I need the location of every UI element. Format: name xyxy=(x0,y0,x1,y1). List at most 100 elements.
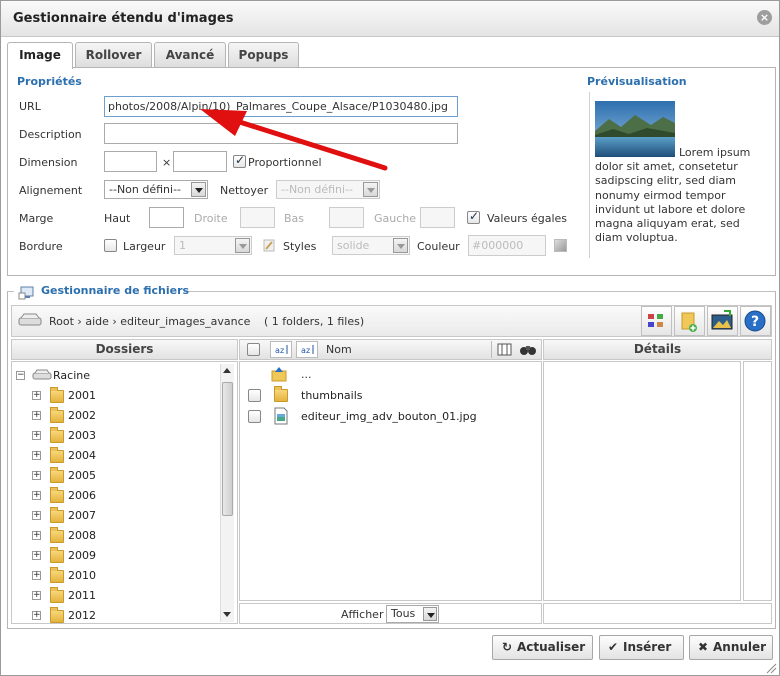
margin-bottom-input[interactable] xyxy=(329,207,364,228)
alignment-select[interactable]: --Non défini-- xyxy=(104,180,208,199)
chevron-down-icon xyxy=(191,182,206,197)
tree-item-folder[interactable]: +2011 xyxy=(12,586,232,606)
tree-item-folder[interactable]: +2006 xyxy=(12,486,232,506)
tree-item-folder[interactable]: +2010 xyxy=(12,566,232,586)
tree-label: 2002 xyxy=(68,409,96,422)
border-styles-label: Styles xyxy=(283,240,317,253)
tab-popups[interactable]: Popups xyxy=(228,42,299,67)
expand-icon[interactable]: + xyxy=(32,471,41,480)
file-manager-heading: Gestionnaire de fichiers xyxy=(41,284,190,297)
expand-icon[interactable]: + xyxy=(32,411,41,420)
file-item-thumbnails[interactable]: thumbnails xyxy=(301,389,363,402)
scroll-down-icon[interactable] xyxy=(223,612,231,617)
tab-image[interactable]: Image xyxy=(7,42,73,69)
name-column-header[interactable]: Nom xyxy=(326,343,352,356)
tree-item-folder[interactable]: +2001 xyxy=(12,386,232,406)
annotation-arrow xyxy=(195,106,390,174)
file-item-jpg[interactable]: editeur_img_adv_bouton_01.jpg xyxy=(301,410,477,423)
dimension-label: Dimension xyxy=(19,156,78,169)
color-picker-icon[interactable] xyxy=(554,239,567,252)
tree-item-folder[interactable]: +2003 xyxy=(12,426,232,446)
image-file-icon xyxy=(273,407,289,425)
border-styles-select[interactable]: solide xyxy=(332,236,410,255)
drive-icon xyxy=(18,313,42,327)
tree-item-folder[interactable]: +2004 xyxy=(12,446,232,466)
breadcrumb: Root › aide › editeur_images_avance ( 1 … xyxy=(49,315,364,328)
columns-icon[interactable] xyxy=(495,341,515,358)
tree-item-folder[interactable]: +2002 xyxy=(12,406,232,426)
folder-icon xyxy=(50,487,64,503)
expand-icon[interactable]: + xyxy=(32,591,41,600)
tree-item-racine[interactable]: − Racine xyxy=(12,366,232,386)
tree-item-folder[interactable]: +2005 xyxy=(12,466,232,486)
expand-icon[interactable]: + xyxy=(32,431,41,440)
margin-top-input[interactable] xyxy=(149,207,184,228)
equal-values-checkbox[interactable] xyxy=(467,209,480,224)
clear-select[interactable]: --Non défini-- xyxy=(276,180,380,199)
border-width-select[interactable]: 1 xyxy=(174,236,252,255)
breadcrumb-aide[interactable]: aide xyxy=(85,315,109,328)
width-input[interactable] xyxy=(104,151,157,172)
expand-icon[interactable]: + xyxy=(32,451,41,460)
collapse-icon[interactable]: − xyxy=(16,371,25,380)
folder-icon xyxy=(50,467,64,483)
file-checkbox[interactable] xyxy=(248,410,261,423)
folder-icon xyxy=(50,507,64,523)
tree-label: 2009 xyxy=(68,549,96,562)
expand-icon[interactable]: + xyxy=(32,611,41,620)
insert-button[interactable]: ✔ Insérer xyxy=(599,635,684,660)
show-select[interactable]: Tous xyxy=(386,605,439,623)
parent-folder-link[interactable]: ... xyxy=(301,368,312,381)
grid-view-icon xyxy=(648,314,663,327)
new-folder-button[interactable] xyxy=(674,306,705,336)
tree-item-folder[interactable]: +2009 xyxy=(12,546,232,566)
tab-avance[interactable]: Avancé xyxy=(154,42,226,67)
tab-rollover[interactable]: Rollover xyxy=(75,42,152,67)
scroll-up-icon[interactable] xyxy=(223,368,231,373)
breadcrumb-root[interactable]: Root xyxy=(49,315,74,328)
cancel-icon: ✖ xyxy=(698,640,709,654)
chevron-down-icon xyxy=(393,238,408,253)
expand-icon[interactable]: + xyxy=(32,491,41,500)
binoculars-icon[interactable] xyxy=(518,341,538,358)
sort-name-icon[interactable]: az xyxy=(296,341,318,358)
tree-item-folder[interactable]: +2012 xyxy=(12,606,232,623)
tree-label: 2001 xyxy=(68,389,96,402)
expand-icon[interactable]: + xyxy=(32,531,41,540)
file-checkbox[interactable] xyxy=(248,389,261,402)
border-width-label: Largeur xyxy=(123,240,166,253)
chevron-down-icon xyxy=(423,607,437,621)
details-footer xyxy=(543,603,772,624)
scrollbar-thumb[interactable] xyxy=(222,382,233,516)
expand-icon[interactable]: + xyxy=(32,391,41,400)
details-side-panel xyxy=(743,361,772,601)
folder-tree-scrollbar[interactable] xyxy=(220,364,234,622)
expand-icon[interactable]: + xyxy=(32,511,41,520)
cancel-button[interactable]: ✖ Annuler xyxy=(689,635,773,660)
parent-folder-icon[interactable] xyxy=(270,366,288,382)
margin-top-label: Haut xyxy=(104,212,131,225)
expand-icon[interactable]: + xyxy=(32,571,41,580)
border-color-input[interactable]: #000000 xyxy=(468,235,546,256)
view-mode-button[interactable] xyxy=(641,306,672,336)
upload-image-button[interactable] xyxy=(707,306,738,336)
resize-grip-icon[interactable] xyxy=(765,662,777,674)
expand-icon[interactable]: + xyxy=(32,551,41,560)
help-button[interactable]: ? xyxy=(740,306,771,336)
times-sign: × xyxy=(162,156,172,169)
border-checkbox[interactable] xyxy=(104,239,117,252)
tree-item-folder[interactable]: +2008 xyxy=(12,526,232,546)
select-all-checkbox[interactable] xyxy=(247,343,260,356)
close-icon[interactable]: × xyxy=(757,10,772,25)
tree-item-folder[interactable]: +2007 xyxy=(12,506,232,526)
help-icon: ? xyxy=(744,310,766,332)
show-value: Tous xyxy=(391,607,416,620)
refresh-button[interactable]: ↻ Actualiser xyxy=(492,635,593,660)
breadcrumb-current[interactable]: editeur_images_avance xyxy=(120,315,250,328)
margin-right-input[interactable] xyxy=(240,207,275,228)
sort-type-icon[interactable]: az xyxy=(270,341,292,358)
margin-label: Marge xyxy=(19,212,54,225)
chevron-down-icon xyxy=(235,238,250,253)
margin-left-input[interactable] xyxy=(420,207,455,228)
svg-text:z: z xyxy=(280,346,284,355)
